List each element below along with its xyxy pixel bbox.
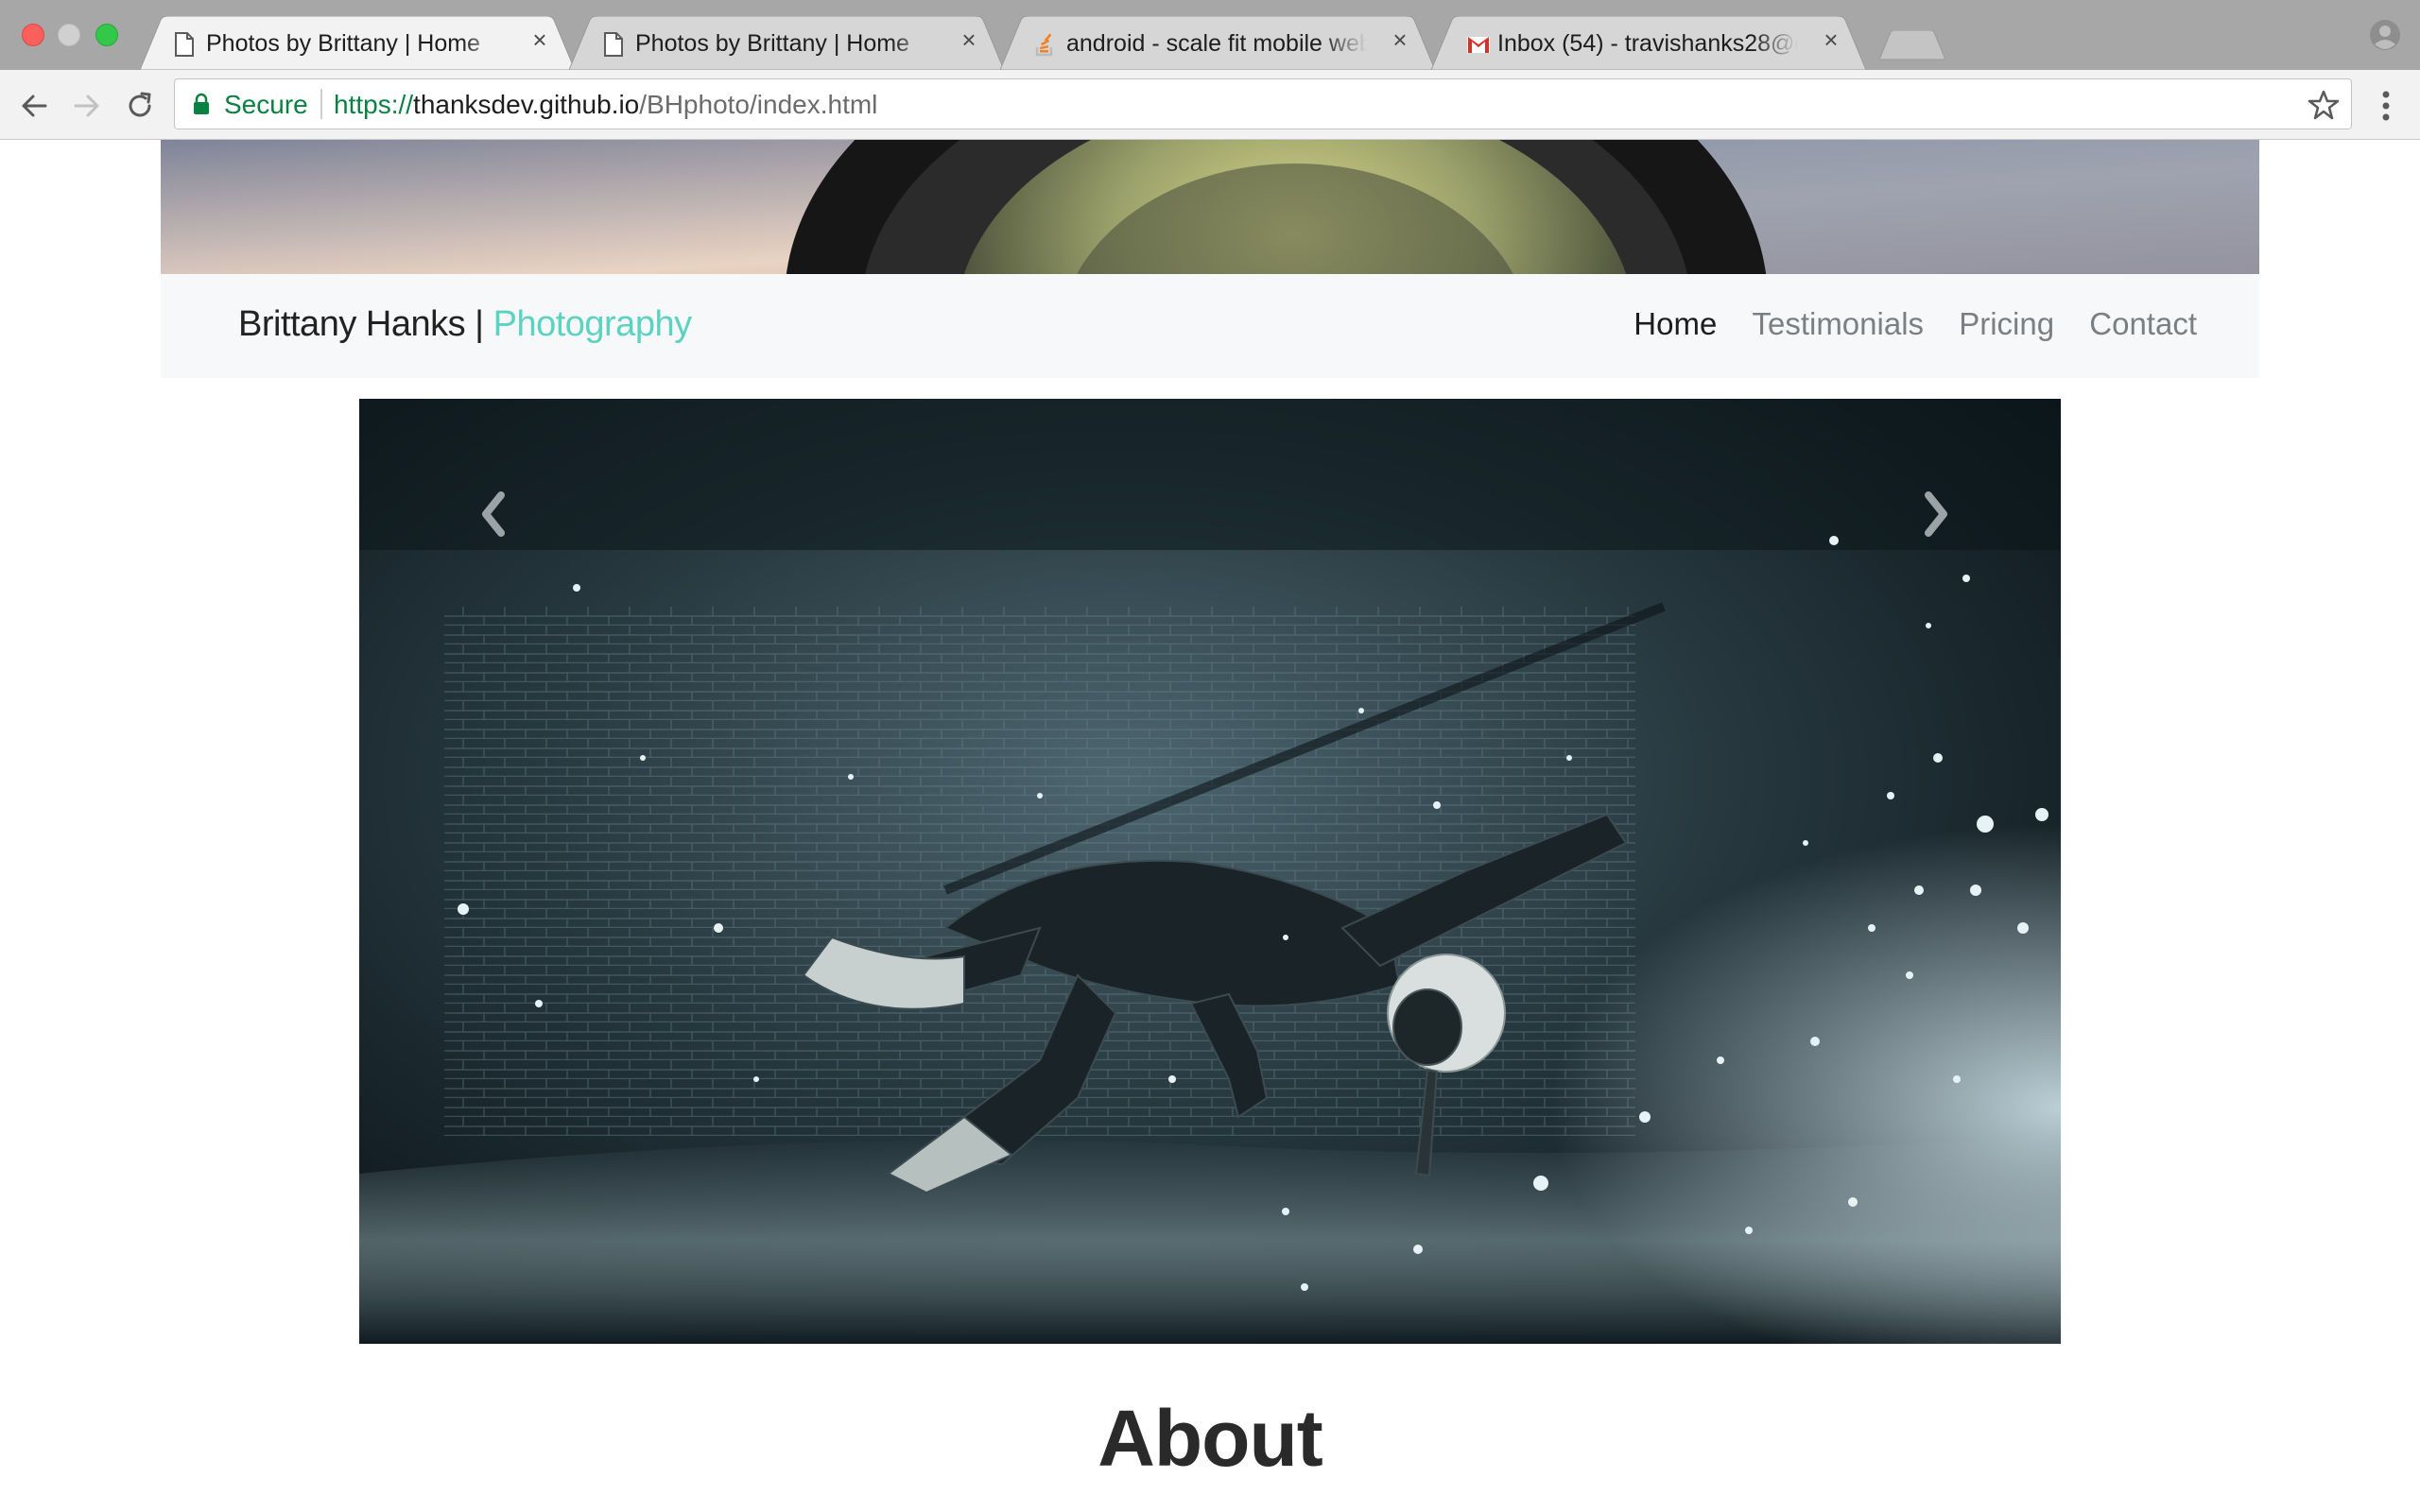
browser-tab[interactable]: Inbox (54) - travishanks28@gmail.com × [1431,16,1866,70]
browser-tab[interactable]: android - scale fit mobile web content × [1000,16,1435,70]
gmail-icon [1467,37,1490,53]
nav-testimonials[interactable]: Testimonials [1752,304,1924,344]
profile-icon[interactable] [2369,19,2401,51]
lock-icon [194,93,209,114]
window-close-button[interactable] [22,24,44,46]
brand-name: Brittany Hanks [238,304,466,344]
page-icon [175,32,194,57]
header-banner-image [161,140,2259,274]
about-heading: About [1098,1394,1323,1483]
tab-title: Photos by Brittany | Home [635,30,909,57]
tab-title: android - scale fit mobile web content [1066,30,1367,57]
forward-arrow-icon[interactable] [70,89,104,123]
security-label: Secure [224,90,308,119]
browser-menu-icon[interactable] [2375,87,2397,125]
page-icon [604,32,623,57]
tab-title: Inbox (54) - travishanks28@gmail.com [1497,30,1798,57]
url-host: thanksdev.github.io [413,90,640,119]
chevron-left-icon[interactable] [463,467,520,561]
chevron-right-icon[interactable] [1910,467,1966,561]
browser-tab-active[interactable]: Photos by Brittany | Home × [140,16,575,70]
back-arrow-icon[interactable] [17,89,51,123]
tab-close-button[interactable]: × [1388,27,1412,52]
url-text[interactable]: https://thanksdev.github.io/BHphoto/inde… [334,91,877,119]
url-path: /BHphoto/index.html [639,90,878,119]
site-brand[interactable]: Brittany Hanks | Photography [238,302,692,346]
stackoverflow-icon [1035,33,1053,57]
new-tab-button[interactable] [1879,30,1945,60]
photo-carousel [359,399,2061,1344]
nav-contact[interactable]: Contact [2089,304,2197,344]
site-nav-links: Home Testimonials Pricing Contact [1607,304,2197,344]
camera-lens-illustration [161,140,2259,274]
browser-toolbar: Secure https://thanksdev.github.io/BHpho… [0,70,2420,140]
nav-home[interactable]: Home [1634,304,1717,344]
bookmark-star-icon[interactable] [2308,89,2340,121]
browser-tab-strip: Photos by Brittany | Home × Photos by Br… [0,0,2420,70]
carousel-slide-image [359,399,2061,1344]
address-divider [320,89,322,119]
window-minimize-button[interactable] [58,24,80,46]
site-navbar: Brittany Hanks | Photography Home Testim… [161,274,2259,378]
tab-close-button[interactable]: × [957,27,981,52]
browser-tab[interactable]: Photos by Brittany | Home × [569,16,1004,70]
reload-icon[interactable] [123,89,157,123]
window-maximize-button[interactable] [95,24,118,46]
brand-separator: | [465,304,493,344]
tab-title: Photos by Brittany | Home [206,30,480,57]
url-scheme: https:// [334,90,414,119]
address-bar[interactable]: Secure https://thanksdev.github.io/BHpho… [174,78,2352,129]
tab-close-button[interactable]: × [1819,27,1843,52]
tab-close-button[interactable]: × [527,27,552,52]
brand-accent: Photography [493,304,693,344]
nav-pricing[interactable]: Pricing [1959,304,2054,344]
